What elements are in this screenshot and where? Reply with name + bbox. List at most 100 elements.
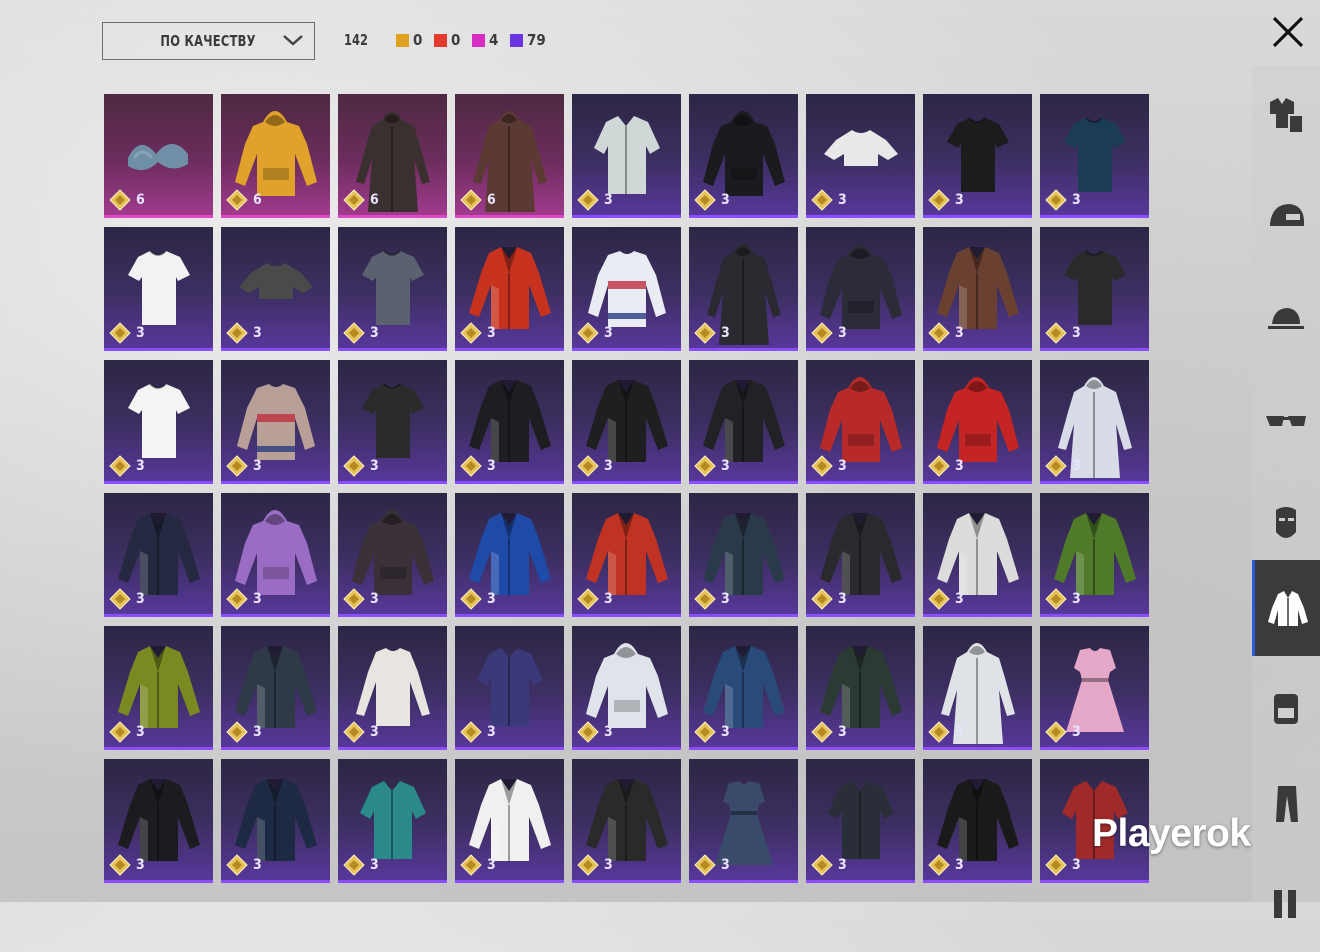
item-tile[interactable]: 6 [455,94,564,218]
nav-outfit-tab[interactable] [1252,66,1320,162]
coupon-diamond-icon [577,854,599,876]
item-tile[interactable]: 3 [806,360,915,484]
item-price: 3 [694,588,730,610]
nav-shoes-tab[interactable] [1252,856,1320,952]
item-tile[interactable]: 3 [104,493,213,617]
item-tile[interactable]: 3 [572,626,681,750]
item-tile[interactable]: 3 [689,227,798,351]
item-tile[interactable]: 3 [455,626,564,750]
item-price: 3 [577,189,613,211]
pink-quality-swatch [472,33,485,47]
item-tile[interactable]: 3 [689,360,798,484]
item-tile[interactable]: 3 [455,227,564,351]
item-tile[interactable]: 3 [689,493,798,617]
item-tile[interactable]: 3 [806,94,915,218]
item-tile[interactable]: 3 [572,360,681,484]
item-tile[interactable]: 3 [104,360,213,484]
item-tile[interactable]: 3 [1040,227,1149,351]
item-tile[interactable]: 3 [1040,94,1149,218]
nav-cap-tab[interactable] [1252,272,1320,368]
item-tile[interactable]: 3 [806,227,915,351]
item-tile[interactable]: 3 [455,360,564,484]
price-value: 3 [838,857,847,873]
price-value: 3 [136,724,145,740]
item-tile[interactable]: 3 [221,759,330,883]
pants-icon [1276,786,1298,822]
item-tile[interactable]: 3 [572,227,681,351]
sort-dropdown[interactable]: ПО КАЧЕСТВУ [102,22,315,60]
nav-backpack-tab[interactable] [1252,660,1320,756]
item-price: 3 [577,455,613,477]
coupon-diamond-icon [109,588,131,610]
item-tile[interactable]: 3 [221,626,330,750]
item-tile[interactable]: 3 [104,759,213,883]
item-tile[interactable]: 3 [221,360,330,484]
item-price: 3 [694,854,730,876]
item-tile[interactable]: 6 [221,94,330,218]
item-tile[interactable]: 3 [572,493,681,617]
coupon-diamond-icon [811,588,833,610]
item-price: 3 [460,588,496,610]
item-tile[interactable]: 3 [338,759,447,883]
item-price: 3 [109,588,145,610]
price-value: 3 [955,458,964,474]
item-tile[interactable]: 3 [923,493,1032,617]
item-price: 3 [928,854,964,876]
item-tile[interactable]: 3 [689,626,798,750]
item-tile[interactable]: 6 [104,94,213,218]
item-price: 3 [577,854,613,876]
price-value: 3 [1072,458,1081,474]
item-tile[interactable]: 3 [338,493,447,617]
item-price: 3 [1045,322,1081,344]
coupon-diamond-icon [343,189,365,211]
nav-mask-tab[interactable] [1252,476,1320,572]
nav-helmet-tab[interactable] [1252,170,1320,266]
item-tile[interactable]: 3 [923,626,1032,750]
item-price: 3 [226,854,262,876]
glasses-icon [1266,416,1306,426]
price-value: 3 [604,857,613,873]
helmet-icon [1270,204,1304,226]
nav-glasses-tab[interactable] [1252,374,1320,470]
item-tile[interactable]: 3 [221,227,330,351]
item-tile[interactable]: 3 [455,493,564,617]
backpack-icon [1274,694,1298,724]
nav-pants-tab[interactable] [1252,756,1320,852]
price-value: 3 [1072,192,1081,208]
item-tile[interactable]: 3 [1040,626,1149,750]
item-tile[interactable]: 3 [806,626,915,750]
item-tile[interactable]: 3 [923,759,1032,883]
item-tile[interactable]: 3 [104,626,213,750]
item-tile[interactable]: 3 [806,759,915,883]
close-icon[interactable] [1266,12,1310,52]
item-tile[interactable]: 6 [338,94,447,218]
item-tile[interactable]: 3 [455,759,564,883]
item-tile[interactable]: 3 [572,94,681,218]
coupon-diamond-icon [577,189,599,211]
item-tile[interactable]: 3 [338,626,447,750]
coupon-diamond-icon [1045,854,1067,876]
item-tile[interactable]: 3 [923,227,1032,351]
item-tile[interactable]: 3 [923,360,1032,484]
coupon-diamond-icon [694,854,716,876]
item-tile[interactable]: 3 [689,94,798,218]
coupon-diamond-icon [226,455,248,477]
item-tile[interactable]: 3 [104,227,213,351]
item-price: 3 [343,588,379,610]
item-tile[interactable]: 3 [923,94,1032,218]
price-value: 6 [136,192,145,208]
nav-jacket-tab[interactable] [1252,560,1320,656]
item-tile[interactable]: 3 [572,759,681,883]
coupon-diamond-icon [460,455,482,477]
item-tile[interactable]: 3 [221,493,330,617]
item-tile[interactable]: 3 [338,227,447,351]
item-tile[interactable]: 3 [338,360,447,484]
item-tile[interactable]: 3 [689,759,798,883]
item-tile[interactable]: 3 [1040,360,1149,484]
coupon-diamond-icon [460,854,482,876]
item-price: 3 [928,721,964,743]
item-tile[interactable]: 3 [806,493,915,617]
price-value: 6 [253,192,262,208]
coupon-diamond-icon [109,322,131,344]
item-tile[interactable]: 3 [1040,493,1149,617]
